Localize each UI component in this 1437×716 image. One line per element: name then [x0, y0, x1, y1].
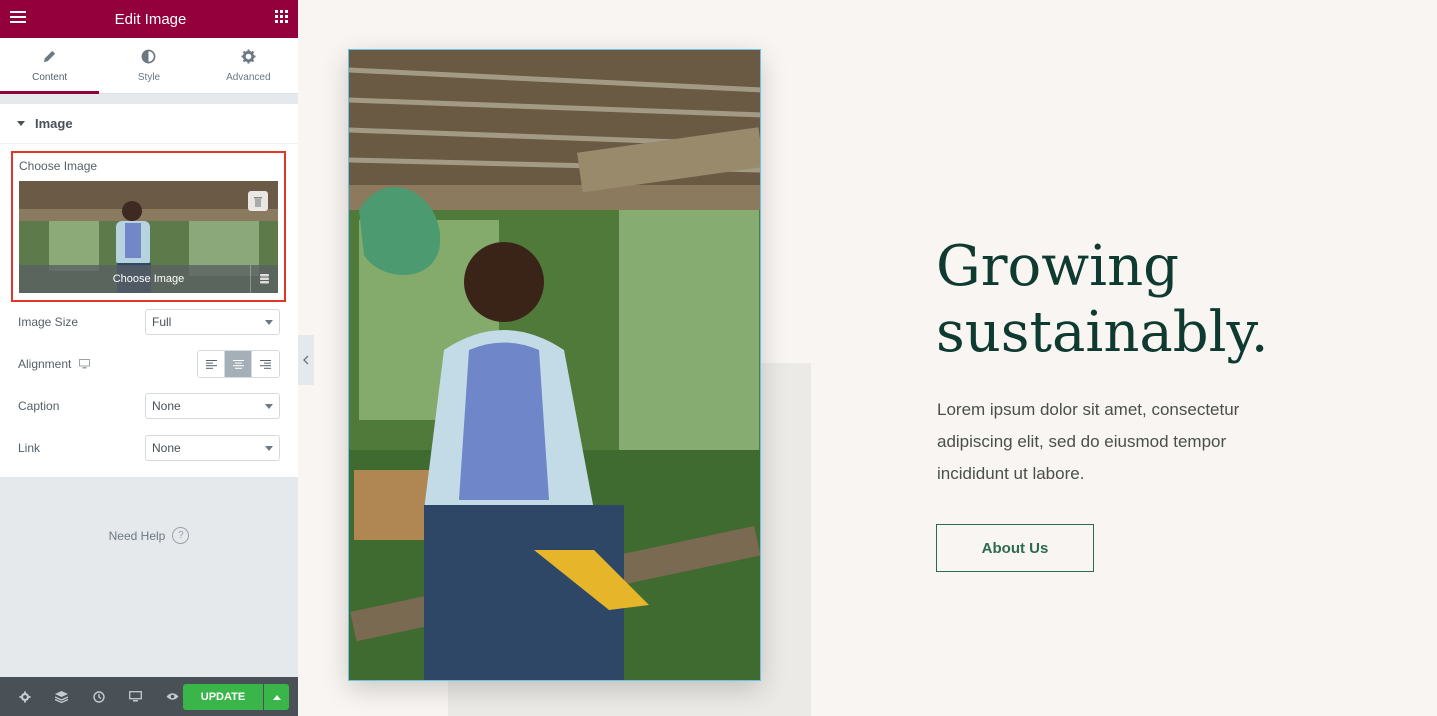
caption-label: Caption — [18, 399, 60, 413]
alignment-control: Alignment — [18, 350, 280, 378]
panel-tabs: Content Style Advanced — [0, 38, 298, 94]
tab-content[interactable]: Content — [0, 38, 100, 94]
delete-image-button[interactable] — [248, 191, 268, 211]
hero-body-text: Lorem ipsum dolor sit amet, consectetur … — [937, 400, 1240, 483]
gardener-photo — [349, 50, 760, 680]
section-title: Image — [35, 116, 73, 131]
gear-icon — [18, 690, 31, 703]
tab-content-label: Content — [32, 71, 68, 83]
alignment-label-wrap: Alignment — [18, 357, 91, 371]
choose-image-button[interactable]: Choose Image — [19, 265, 278, 293]
database-icon — [260, 274, 269, 284]
widgets-grid-icon[interactable] — [275, 10, 288, 28]
link-select[interactable]: None — [145, 435, 280, 461]
desktop-icon[interactable] — [79, 359, 91, 369]
align-right-button[interactable] — [252, 351, 279, 377]
hero-headline-line1: Growing — [936, 234, 1179, 299]
responsive-mode-button[interactable] — [117, 677, 154, 716]
navigator-button[interactable] — [43, 677, 80, 716]
tab-advanced[interactable]: Advanced — [199, 38, 298, 93]
hero-headline-line2: sustainably. — [936, 300, 1269, 365]
align-left-icon — [205, 359, 217, 369]
link-control: Link None — [18, 435, 280, 461]
align-center-button[interactable] — [225, 351, 252, 377]
sidebar-header: Edit Image — [0, 0, 298, 38]
editor-sidebar: Edit Image Content Style Advanced Image … — [0, 0, 298, 716]
pencil-icon — [42, 49, 57, 67]
align-left-button[interactable] — [198, 351, 225, 377]
history-icon — [92, 690, 105, 703]
panel-title: Edit Image — [114, 10, 187, 28]
choose-image-label: Choose Image — [19, 159, 98, 173]
collapse-sidebar-button[interactable] — [298, 335, 314, 385]
image-size-label: Image Size — [18, 315, 79, 329]
link-value: None — [152, 441, 181, 455]
image-size-value: Full — [152, 315, 172, 329]
dynamic-tags-button[interactable] — [250, 265, 278, 293]
update-button[interactable]: UPDATE — [183, 684, 263, 710]
alignment-label: Alignment — [18, 357, 72, 371]
hero-image[interactable] — [348, 49, 761, 681]
eye-icon — [166, 693, 179, 700]
caption-control: Caption None — [18, 393, 280, 419]
tab-style[interactable]: Style — [99, 38, 198, 93]
align-right-icon — [260, 359, 271, 369]
choose-image-control: Choose Image Choose Image — [11, 151, 286, 302]
caption-value: None — [152, 399, 181, 413]
image-thumbnail[interactable]: Choose Image — [19, 181, 278, 293]
alignment-buttons — [197, 350, 280, 378]
caption-select[interactable]: None — [145, 393, 280, 419]
tab-advanced-label: Advanced — [226, 71, 271, 83]
settings-button[interactable] — [6, 677, 43, 716]
need-help-label: Need Help — [108, 528, 166, 543]
caret-down-icon — [17, 121, 25, 126]
save-options-button[interactable] — [264, 684, 289, 710]
sidebar-footer: UPDATE — [0, 677, 298, 716]
chevron-down-icon — [265, 319, 273, 325]
hero-headline: Growing sustainably. — [936, 234, 1356, 366]
need-help-link[interactable]: Need Help ? — [0, 527, 298, 544]
update-button-label: UPDATE — [200, 691, 246, 703]
question-icon: ? — [172, 527, 190, 544]
layers-icon — [55, 690, 68, 703]
trash-icon — [254, 196, 262, 207]
contrast-icon — [141, 49, 156, 67]
about-us-button-label: About Us — [981, 539, 1049, 557]
controls-panel: Image Choose Image Choose Image Image Si… — [0, 104, 298, 477]
link-label: Link — [18, 441, 41, 455]
chevron-left-icon — [303, 355, 309, 365]
align-center-icon — [232, 359, 244, 369]
caret-up-icon — [272, 694, 281, 700]
history-button[interactable] — [80, 677, 117, 716]
image-size-select[interactable]: Full — [145, 309, 280, 335]
section-image-toggle[interactable]: Image — [0, 104, 298, 144]
desktop-icon — [129, 691, 142, 702]
gear-icon — [241, 48, 256, 67]
chevron-down-icon — [265, 445, 273, 451]
tab-style-label: Style — [137, 71, 161, 83]
about-us-button[interactable]: About Us — [936, 524, 1094, 572]
image-size-control: Image Size Full — [18, 309, 280, 335]
chevron-down-icon — [265, 403, 273, 409]
hamburger-menu-icon[interactable] — [10, 10, 26, 29]
choose-image-button-label: Choose Image — [112, 273, 185, 285]
